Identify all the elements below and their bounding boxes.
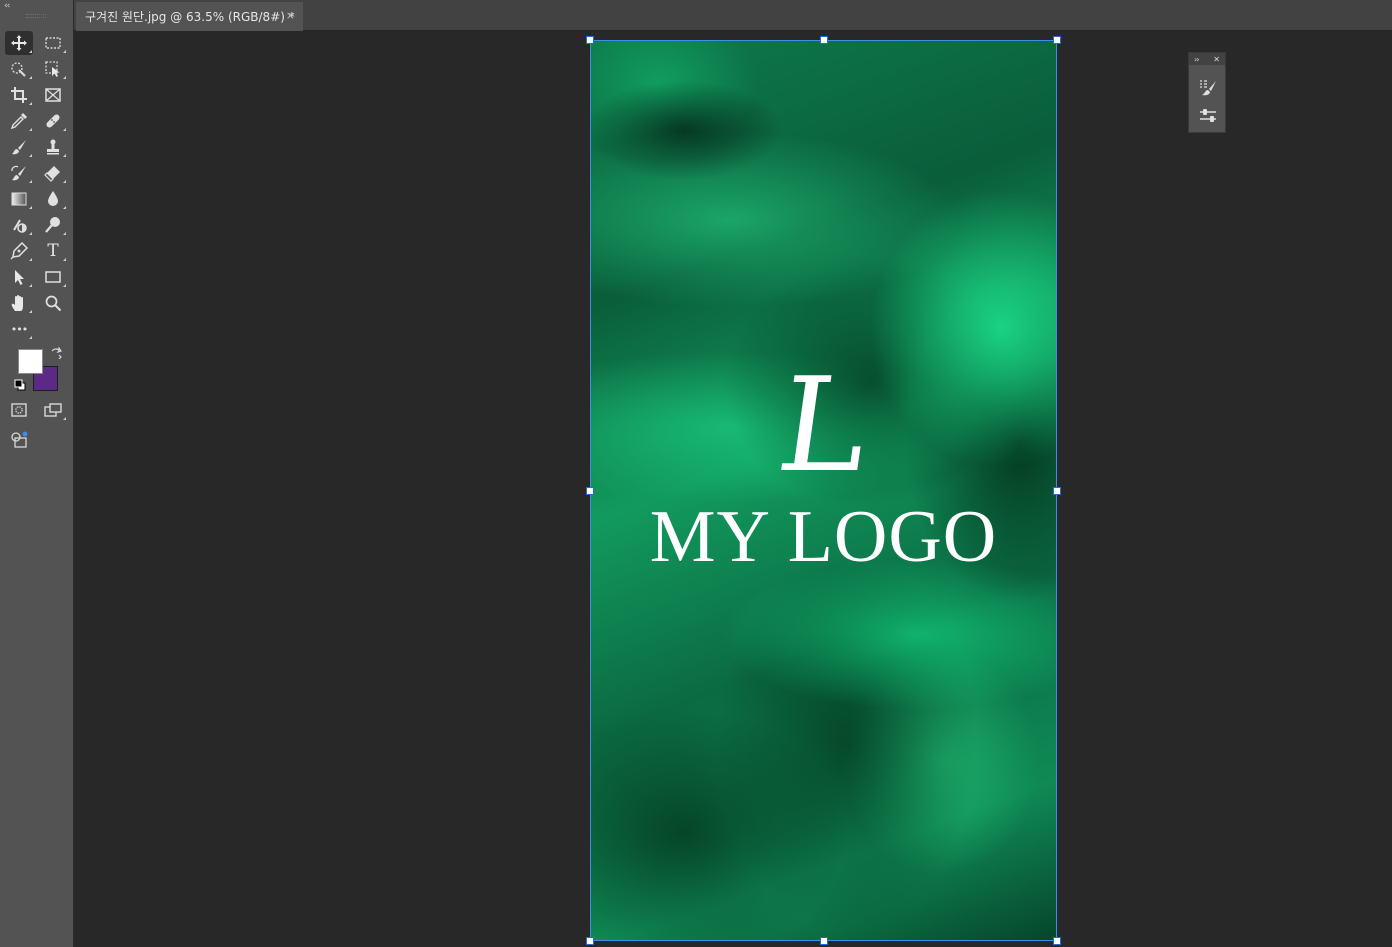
rectangle-icon bbox=[45, 271, 61, 283]
transform-handle-top-right[interactable] bbox=[1053, 36, 1061, 44]
crop-tool[interactable] bbox=[5, 83, 33, 107]
swap-colors-icon[interactable] bbox=[50, 347, 62, 359]
marquee-icon bbox=[45, 37, 61, 49]
default-colors-icon[interactable] bbox=[14, 379, 26, 391]
color-swatches bbox=[14, 346, 62, 396]
transform-handle-middle-right[interactable] bbox=[1053, 487, 1061, 495]
rectangular-marquee-tool[interactable] bbox=[39, 31, 67, 55]
burn-tool[interactable] bbox=[39, 213, 67, 237]
brush-icon bbox=[12, 140, 26, 155]
more-icon: ••• bbox=[10, 322, 28, 336]
brush-tool[interactable] bbox=[5, 135, 33, 159]
document-tab[interactable]: 구겨진 원단.jpg @ 63.5% (RGB/8#) * × bbox=[76, 2, 303, 31]
logo-letter: L bbox=[769, 349, 878, 501]
content-credentials-button[interactable] bbox=[5, 428, 33, 452]
adjustments-panel-button[interactable] bbox=[1197, 105, 1219, 127]
zoom-icon bbox=[45, 295, 62, 312]
path-selection-tool[interactable] bbox=[5, 265, 33, 289]
frame-icon bbox=[45, 88, 61, 102]
object-selection-tool[interactable] bbox=[39, 57, 67, 81]
collapsed-panel-dock: ›› ✕ bbox=[1188, 52, 1226, 133]
transform-handle-bottom-center[interactable] bbox=[820, 937, 828, 945]
screen-mode-button[interactable] bbox=[39, 398, 67, 422]
collapse-toolbar-button[interactable]: ‹‹ bbox=[4, 1, 10, 11]
transform-handle-middle-left[interactable] bbox=[586, 487, 594, 495]
transform-handle-bottom-left[interactable] bbox=[586, 937, 594, 945]
spot-healing-tool[interactable] bbox=[39, 109, 67, 133]
arrow-icon bbox=[15, 270, 24, 285]
burn-icon bbox=[45, 217, 60, 233]
transform-handle-top-center[interactable] bbox=[820, 36, 828, 44]
close-panel-icon[interactable]: ✕ bbox=[1213, 55, 1220, 64]
toolbar-grip[interactable] bbox=[26, 14, 46, 18]
blur-icon bbox=[48, 191, 58, 206]
type-tool[interactable]: T bbox=[39, 239, 67, 263]
transform-handle-top-left[interactable] bbox=[586, 36, 594, 44]
panel-dock-header: ›› ✕ bbox=[1189, 53, 1225, 65]
clone-stamp-tool[interactable] bbox=[39, 135, 67, 159]
document-tab-bar: 구겨진 원단.jpg @ 63.5% (RGB/8#) * × bbox=[74, 0, 1392, 31]
pen-tool[interactable] bbox=[5, 239, 33, 263]
photoshop-window: ‹‹ T ••• 구겨진 원단.jpg @ 63.5% (RGB/8#) * ×… bbox=[0, 0, 1392, 947]
content-credentials-icon bbox=[11, 431, 28, 448]
dodge-tool[interactable] bbox=[5, 213, 33, 237]
quick-selection-tool[interactable] bbox=[5, 57, 33, 81]
object-select-icon bbox=[45, 61, 60, 77]
pen-icon bbox=[10, 242, 28, 260]
brush-settings-icon bbox=[1200, 80, 1216, 96]
gradient-tool[interactable] bbox=[5, 187, 33, 211]
document-canvas[interactable]: L MY LOGO bbox=[590, 40, 1057, 941]
gradient-icon bbox=[11, 192, 27, 206]
close-tab-icon[interactable]: × bbox=[286, 9, 295, 22]
move-tool[interactable] bbox=[5, 31, 33, 55]
hand-tool[interactable] bbox=[5, 291, 33, 315]
adjustments-sliders-icon bbox=[1200, 109, 1216, 122]
document-tab-title: 구겨진 원단.jpg @ 63.5% (RGB/8#) * bbox=[85, 10, 295, 24]
canvas-workspace[interactable]: L MY LOGO bbox=[74, 32, 1392, 947]
brush-settings-panel-button[interactable] bbox=[1197, 76, 1219, 98]
expand-panels-button[interactable]: ›› bbox=[1194, 55, 1200, 64]
screen-mode-icon bbox=[44, 403, 62, 417]
eyedropper-icon bbox=[10, 113, 27, 130]
eyedropper-tool[interactable] bbox=[5, 109, 33, 133]
hand-icon bbox=[11, 295, 23, 311]
healing-icon bbox=[46, 114, 60, 128]
foreground-color-swatch[interactable] bbox=[18, 349, 43, 374]
rectangle-tool[interactable] bbox=[39, 265, 67, 289]
tools-panel: ‹‹ T ••• bbox=[0, 0, 74, 947]
move-icon bbox=[11, 35, 27, 51]
quick-mask-button[interactable] bbox=[5, 398, 33, 422]
crop-icon bbox=[11, 87, 27, 103]
type-icon: T bbox=[47, 241, 59, 261]
frame-tool[interactable] bbox=[39, 83, 67, 107]
eraser-tool[interactable] bbox=[39, 161, 67, 185]
quick-select-icon bbox=[11, 62, 26, 77]
stamp-icon bbox=[47, 139, 59, 155]
transform-handle-bottom-right[interactable] bbox=[1053, 937, 1061, 945]
history-brush-icon bbox=[11, 165, 26, 181]
history-brush-tool[interactable] bbox=[5, 161, 33, 185]
dodge-icon bbox=[13, 219, 27, 233]
logo-text: MY LOGO bbox=[649, 496, 998, 578]
blur-tool[interactable] bbox=[39, 187, 67, 211]
edit-toolbar-button[interactable]: ••• bbox=[5, 317, 33, 341]
eraser-icon bbox=[44, 166, 60, 182]
zoom-tool[interactable] bbox=[39, 291, 67, 315]
quick-mask-icon bbox=[11, 403, 27, 417]
